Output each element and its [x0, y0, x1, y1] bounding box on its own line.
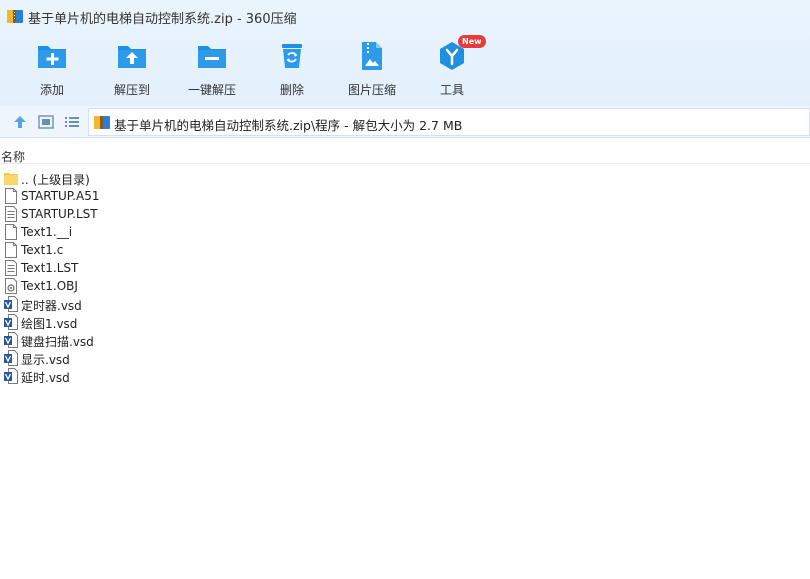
delete-button[interactable]: 删除: [252, 38, 332, 100]
file-icon: [5, 242, 17, 258]
address-path: 基于单片机的电梯自动控制系统.zip\程序 - 解包大小为 2.7 MB: [114, 118, 463, 133]
file-name: 定时器.vsd: [21, 299, 82, 313]
column-header-name[interactable]: 名称: [0, 146, 810, 164]
toolbar: 添加 解压到 一键解压 删除 图片压缩 New 工具: [0, 34, 810, 106]
extract-to-label: 解压到: [113, 83, 150, 97]
file-row[interactable]: STARTUP.LST: [0, 205, 810, 223]
file-row[interactable]: 绘图1.vsd: [0, 313, 810, 331]
parent-directory-row[interactable]: .. (上级目录): [0, 169, 810, 187]
file-name: Text1.LST: [21, 261, 79, 275]
visio-file-icon: [4, 296, 18, 312]
address-row: 基于单片机的电梯自动控制系统.zip\程序 - 解包大小为 2.7 MB: [0, 106, 810, 138]
file-name: .. (上级目录): [21, 173, 90, 187]
file-icon: [5, 224, 17, 240]
add-icon: [38, 46, 66, 68]
add-button[interactable]: 添加: [12, 38, 92, 100]
up-arrow-icon[interactable]: [11, 113, 29, 131]
app-window: 基于单片机的电梯自动控制系统.zip - 360压缩 添加 解压到 一键解压 删…: [0, 0, 810, 579]
file-name: 绘图1.vsd: [21, 317, 78, 331]
header-divider: [0, 163, 810, 164]
tools-label: 工具: [439, 83, 464, 97]
visio-file-icon: [4, 350, 18, 366]
file-row[interactable]: Text1.LST: [0, 259, 810, 277]
visio-file-icon: [4, 368, 18, 384]
new-badge: New: [458, 35, 486, 48]
extract-to-icon: [118, 46, 146, 68]
image-compress-button[interactable]: 图片压缩: [332, 38, 412, 100]
file-row[interactable]: 显示.vsd: [0, 349, 810, 367]
visio-file-icon: [4, 314, 18, 330]
thumbnail-view-icon[interactable]: [37, 113, 55, 131]
list-view-icon[interactable]: [63, 113, 81, 131]
one-click-extract-button[interactable]: 一键解压: [172, 38, 252, 100]
folder-icon: [4, 173, 18, 185]
file-row[interactable]: 延时.vsd: [0, 367, 810, 385]
file-name: Text1.__i: [21, 225, 73, 239]
text-file-icon: [5, 260, 17, 276]
image-compress-icon: [362, 42, 382, 70]
zip-archive-icon: [94, 116, 110, 129]
extract-to-button[interactable]: 解压到: [92, 38, 172, 100]
image-compress-label: 图片压缩: [347, 83, 396, 97]
one-click-extract-icon: [198, 46, 226, 68]
file-row[interactable]: 键盘扫描.vsd: [0, 331, 810, 349]
file-name: Text1.c: [21, 243, 64, 257]
object-file-icon: [5, 278, 17, 294]
file-name: STARTUP.LST: [21, 207, 98, 221]
title-bar: 基于单片机的电梯自动控制系统.zip - 360压缩: [0, 0, 810, 34]
file-name: 延时.vsd: [21, 371, 70, 385]
file-name: 键盘扫描.vsd: [21, 335, 94, 349]
file-list: .. (上级目录) STARTUP.A51 STARTUP.LST Text1.__i…: [0, 169, 810, 385]
file-name: STARTUP.A51: [21, 189, 100, 203]
header-area: 基于单片机的电梯自动控制系统.zip - 360压缩 添加 解压到 一键解压 删…: [0, 0, 810, 106]
zip-archive-icon: [7, 10, 23, 23]
file-row[interactable]: STARTUP.A51: [0, 187, 810, 205]
file-name: 显示.vsd: [21, 353, 70, 367]
delete-icon: [282, 44, 302, 68]
window-title: 基于单片机的电梯自动控制系统.zip - 360压缩: [28, 12, 297, 27]
address-bar[interactable]: 基于单片机的电梯自动控制系统.zip\程序 - 解包大小为 2.7 MB: [88, 108, 810, 136]
tools-button[interactable]: New 工具: [412, 35, 492, 100]
text-file-icon: [5, 206, 17, 222]
file-row[interactable]: Text1.__i: [0, 223, 810, 241]
one-click-extract-label: 一键解压: [187, 83, 236, 97]
add-label: 添加: [39, 83, 64, 97]
delete-label: 删除: [279, 83, 304, 97]
visio-file-icon: [4, 332, 18, 348]
file-row[interactable]: 定时器.vsd: [0, 295, 810, 313]
file-icon: [5, 188, 17, 204]
file-name: Text1.OBJ: [21, 279, 78, 293]
file-row[interactable]: Text1.c: [0, 241, 810, 259]
file-row[interactable]: Text1.OBJ: [0, 277, 810, 295]
